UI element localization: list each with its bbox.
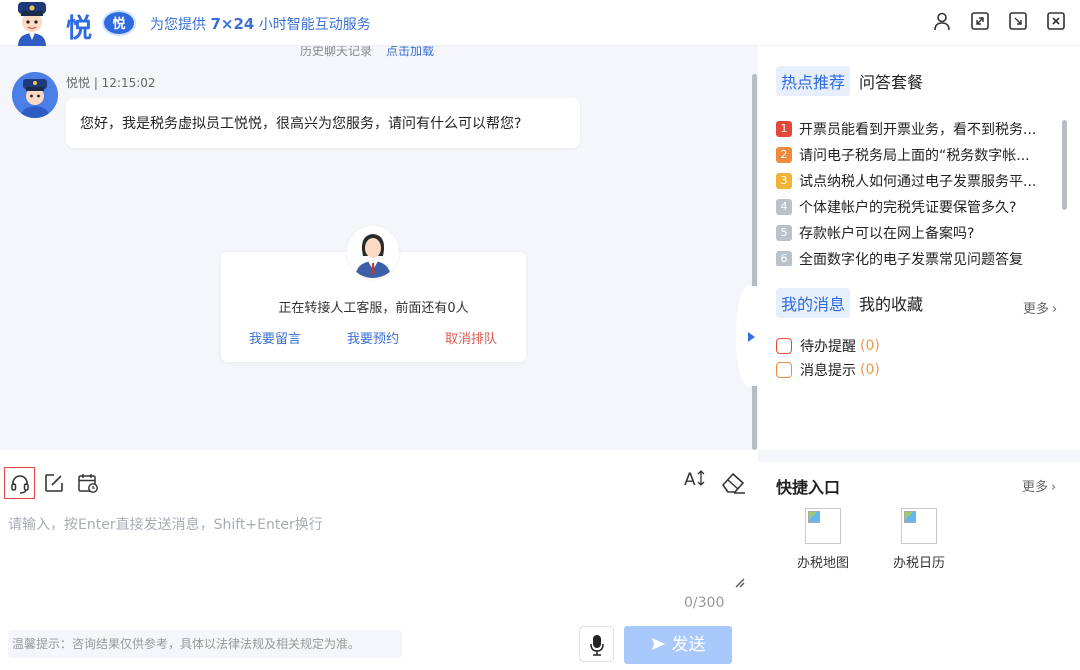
chevron-right-icon: › — [1051, 480, 1057, 495]
tab-my-messages[interactable]: 我的消息 — [776, 288, 851, 318]
history-bar: 历史聊天记录 点击加载 — [300, 46, 434, 59]
message-meta: 悦悦 | 12:15:02 — [66, 76, 156, 90]
hot-item[interactable]: 1 开票员能看到开票业务，看不到税务... — [776, 116, 1066, 142]
quick-item-label: 办税日历 — [892, 556, 945, 571]
tax-chat-app: 悦 悦 为您提供 7×24 小时智能互动服务 历史聊天记录 点击加载 悦悦 | 1… — [0, 0, 1080, 670]
calendar-icon[interactable] — [77, 472, 99, 494]
msg-item-notice[interactable]: 消息提示 (0) — [776, 360, 880, 380]
slogan-prefix: 为您提供 — [150, 17, 211, 33]
hot-item-text: 个体建帐户的完税凭证要保管多久? — [799, 200, 1017, 216]
quick-item-tax-map[interactable]: 办税地图 — [788, 508, 858, 571]
hot-list: 1 开票员能看到开票业务，看不到税务... 2 请问电子税务局上面的“税务数字帐...… — [776, 116, 1066, 266]
msg-item-todo-label: 待办提醒 — [800, 339, 856, 355]
transfer-card: 正在转接人工客服，前面还有0人 我要留言 我要预约 取消排队 — [221, 226, 526, 362]
hot-item-text: 试点纳税人如何通过电子发票服务平... — [799, 174, 1037, 190]
message-tabs: 我的消息 我的收藏 — [776, 288, 932, 318]
quick-more-link[interactable]: 更多 › — [1022, 476, 1056, 495]
header: 悦 悦 为您提供 7×24 小时智能互动服务 — [0, 0, 1080, 46]
expand-icon[interactable] — [970, 11, 990, 31]
minimize-icon[interactable] — [1008, 11, 1028, 31]
disclaimer-tip: 温馨提示：咨询结果仅供参考，具体以法律法规及相关规定为准。 — [8, 630, 402, 658]
input-area: A 0/300 温馨提示：咨询结果仅供参考，具体以法律法规及相关规定为准。 发送 — [0, 450, 758, 670]
font-size-icon — [697, 470, 705, 486]
load-history-link[interactable]: 点击加载 — [386, 46, 434, 58]
close-icon[interactable] — [1046, 11, 1066, 31]
agent-avatar-icon — [347, 226, 399, 278]
hot-item-text: 全面数字化的电子发票常见问题答复 — [799, 252, 1023, 266]
quick-item-label: 办税地图 — [796, 556, 849, 571]
cancel-queue-link[interactable]: 取消排队 — [445, 328, 497, 347]
quick-entry-title: 快捷入口 — [776, 478, 841, 497]
send-icon — [651, 638, 665, 650]
slogan: 为您提供 7×24 小时智能互动服务 — [150, 14, 371, 34]
slogan-suffix: 小时智能互动服务 — [254, 17, 371, 33]
chat-scrollbar[interactable] — [752, 74, 757, 450]
right-panel: 热点推荐 问答套餐 1 开票员能看到开票业务，看不到税务... 2 请问电子税务局上面… — [736, 46, 1080, 670]
hot-item-text: 请问电子税务局上面的“税务数字帐... — [799, 148, 1030, 164]
hot-rank-badge: 2 — [776, 147, 792, 163]
font-size-button[interactable]: A — [684, 470, 705, 490]
logo-text: 悦 — [66, 14, 93, 44]
hot-rank-badge: 1 — [776, 121, 792, 137]
chevron-right-icon: › — [1052, 302, 1058, 317]
slogan-strong: 7×24 — [210, 15, 255, 33]
collapse-arrow-icon — [748, 332, 755, 342]
messages-more-label: 更多 — [1023, 302, 1050, 317]
message-bubble: 您好，我是税务虚拟员工悦悦，很高兴为您服务，请问有什么可以帮您? — [66, 98, 580, 148]
messages-more-link[interactable]: 更多 › — [1023, 298, 1057, 317]
user-icon[interactable] — [932, 11, 952, 31]
hot-item[interactable]: 5 存款帐户可以在网上备案吗? — [776, 220, 1066, 246]
edit-icon[interactable] — [43, 472, 65, 494]
quick-item-tax-calendar[interactable]: 办税日历 — [884, 508, 954, 571]
hot-item[interactable]: 4 个体建帐户的完税凭证要保管多久? — [776, 194, 1066, 220]
hot-tabs: 热点推荐 问答套餐 — [776, 66, 932, 96]
hot-item[interactable]: 2 请问电子税务局上面的“税务数字帐... — [776, 142, 1066, 168]
hot-list-scrollbar[interactable] — [1062, 120, 1067, 210]
appointment-link[interactable]: 我要预约 — [347, 328, 399, 347]
font-size-label: A — [684, 470, 696, 490]
logo-badge: 悦 — [102, 10, 136, 36]
hot-item-text: 开票员能看到开票业务，看不到税务... — [799, 122, 1037, 138]
history-label: 历史聊天记录 — [300, 46, 373, 58]
hot-rank-badge: 5 — [776, 225, 792, 241]
voice-input-button[interactable] — [579, 626, 614, 662]
hot-rank-badge: 4 — [776, 199, 792, 215]
transfer-status: 正在转接人工客服，前面还有0人 — [278, 301, 469, 316]
send-button[interactable]: 发送 — [624, 626, 732, 664]
chat-area: 历史聊天记录 点击加载 悦悦 | 12:15:02 您好，我是税务虚拟员工悦悦，很… — [0, 46, 758, 450]
broken-image-icon — [901, 508, 937, 544]
header-icons — [932, 11, 1066, 31]
assistant-avatar-icon — [12, 72, 58, 118]
msg-item-todo-count: (0) — [860, 338, 880, 354]
message-input[interactable] — [8, 514, 738, 574]
mascot-avatar-icon — [18, 2, 46, 46]
microphone-icon — [590, 635, 604, 656]
leave-message-link[interactable]: 我要留言 — [249, 328, 301, 347]
char-counter: 0/300 — [684, 595, 725, 611]
bulb-icon — [776, 362, 792, 378]
hot-item[interactable]: 3 试点纳税人如何通过电子发票服务平... — [776, 168, 1066, 194]
msg-item-notice-label: 消息提示 — [800, 363, 856, 379]
panel-divider — [758, 450, 1080, 462]
tab-my-favorites[interactable]: 我的收藏 — [854, 288, 928, 318]
hot-item-text: 存款帐户可以在网上备案吗? — [799, 226, 975, 242]
hot-item[interactable]: 6 全面数字化的电子发票常见问题答复 — [776, 246, 1066, 266]
hot-rank-badge: 3 — [776, 173, 792, 189]
msg-item-todo[interactable]: 待办提醒 (0) — [776, 336, 880, 356]
tab-hot-recommend[interactable]: 热点推荐 — [776, 66, 851, 96]
send-label: 发送 — [671, 635, 706, 655]
clock-icon — [776, 338, 792, 354]
broken-image-icon — [805, 508, 841, 544]
resize-handle-icon[interactable] — [733, 576, 745, 588]
headset-icon — [11, 475, 29, 494]
quick-more-label: 更多 — [1022, 480, 1049, 495]
hot-rank-badge: 6 — [776, 251, 792, 266]
human-service-button[interactable] — [4, 467, 35, 499]
tab-qa-package[interactable]: 问答套餐 — [854, 66, 928, 96]
msg-item-notice-count: (0) — [860, 362, 880, 378]
eraser-icon[interactable] — [720, 471, 746, 495]
